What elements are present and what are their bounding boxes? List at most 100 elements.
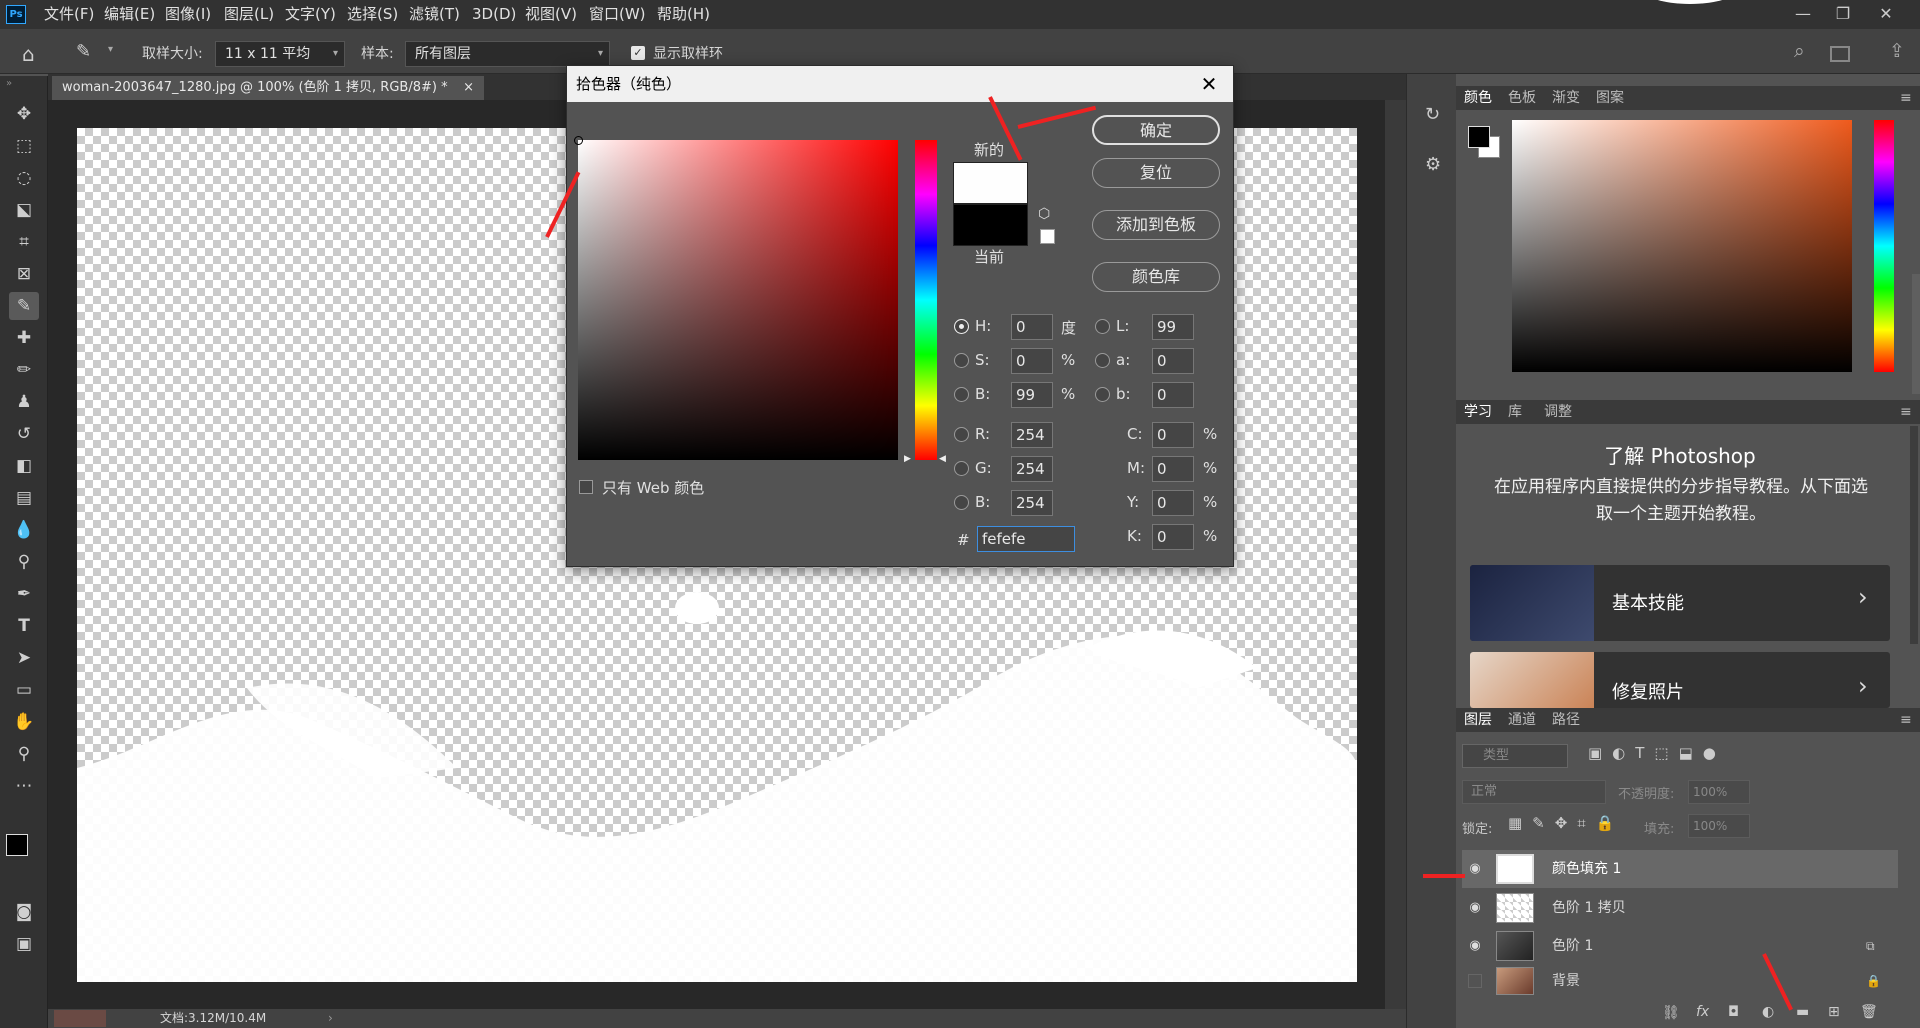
layer-row-levels-copy[interactable]: ◉ 色阶 1 拷贝 xyxy=(1462,889,1898,927)
sample-size-select[interactable]: 11 x 11 平均 ▾ xyxy=(215,41,345,67)
lab-l-field[interactable]: 99 xyxy=(1152,314,1194,340)
new-layer-icon[interactable]: ⊞ xyxy=(1828,1004,1840,1020)
blue-field[interactable]: 254 xyxy=(1011,490,1053,516)
layer-row-color-fill[interactable]: ◉ 颜色填充 1 xyxy=(1462,850,1898,888)
brush-tool-icon[interactable]: ✏ xyxy=(9,356,39,384)
history-brush-icon[interactable]: ↺ xyxy=(9,420,39,448)
eye-icon[interactable]: ◉ xyxy=(1466,889,1484,927)
menu-filter[interactable]: 滤镜(T) xyxy=(407,0,462,29)
close-tab-icon[interactable]: × xyxy=(463,76,474,100)
eye-toggle-off[interactable] xyxy=(1468,974,1482,988)
panel-menu-icon[interactable]: ≡ xyxy=(1900,86,1912,110)
home-icon[interactable]: ⌂ xyxy=(22,42,35,66)
tab-layers[interactable]: 图层 xyxy=(1464,708,1492,732)
panel-menu-icon[interactable]: ≡ xyxy=(1900,400,1912,424)
out-of-gamut-cube-icon[interactable]: ⬡ xyxy=(1038,206,1050,222)
yellow-field[interactable]: 0 xyxy=(1152,490,1194,516)
menu-layer[interactable]: 图层(L) xyxy=(222,0,276,29)
red-field[interactable]: 254 xyxy=(1011,422,1053,448)
minimize-button[interactable]: — xyxy=(1783,0,1823,29)
move-tool-icon[interactable]: ✥ xyxy=(9,100,39,128)
learn-card-photo-repair[interactable]: 修复照片 › xyxy=(1470,652,1890,708)
collapse-icon[interactable]: » xyxy=(6,78,12,89)
tab-libraries[interactable]: 库 xyxy=(1508,400,1522,424)
search-icon[interactable]: ⌕ xyxy=(1794,40,1805,62)
color-panel-foreground[interactable] xyxy=(1468,126,1490,148)
layer-filter-select[interactable]: 类型 xyxy=(1462,744,1568,768)
tab-patterns[interactable]: 图案 xyxy=(1596,86,1624,110)
history-panel-icon[interactable]: ↻ xyxy=(1425,104,1440,125)
marquee-tool-icon[interactable]: ⬚ xyxy=(9,132,39,160)
tab-adjustments[interactable]: 调整 xyxy=(1544,400,1572,424)
layer-row-levels[interactable]: ◉ 色阶 1 ⧉ xyxy=(1462,927,1898,965)
menu-type[interactable]: 文字(Y) xyxy=(283,0,338,29)
saturation-brightness-field[interactable] xyxy=(574,136,898,460)
blend-mode-select[interactable]: 正常 xyxy=(1462,780,1606,804)
lab-a-field[interactable]: 0 xyxy=(1152,348,1194,374)
more-tools-icon[interactable]: ⋯ xyxy=(9,772,39,800)
saturation-radio[interactable] xyxy=(954,353,969,368)
dodge-tool-icon[interactable]: ⚲ xyxy=(9,548,39,576)
hue-slider-left-arrow-icon[interactable]: ▶ xyxy=(904,454,911,464)
fill-field[interactable]: 100% xyxy=(1688,814,1750,838)
sample-select[interactable]: 所有图层 ▾ xyxy=(405,41,610,67)
menu-image[interactable]: 图像(I) xyxy=(163,0,213,29)
blur-tool-icon[interactable]: 💧 xyxy=(9,516,39,544)
menu-window[interactable]: 窗口(W) xyxy=(587,0,648,29)
panel-menu-icon[interactable]: ≡ xyxy=(1900,708,1912,732)
magenta-field[interactable]: 0 xyxy=(1152,456,1194,482)
restore-button[interactable]: ❐ xyxy=(1823,0,1863,29)
web-safe-swatch[interactable] xyxy=(1040,229,1055,244)
show-ring-checkbox[interactable]: ✓ xyxy=(631,46,645,60)
hue-slider[interactable] xyxy=(915,140,937,460)
learn-card-basic-skills[interactable]: 基本技能 › xyxy=(1470,565,1890,641)
menu-3d[interactable]: 3D(D) xyxy=(470,0,518,29)
healing-brush-icon[interactable]: ✚ xyxy=(9,324,39,352)
pen-tool-icon[interactable]: ✒ xyxy=(9,580,39,608)
color-cursor-icon[interactable] xyxy=(574,136,583,145)
stamp-tool-icon[interactable]: ♟ xyxy=(9,388,39,416)
tab-color[interactable]: 颜色 xyxy=(1464,86,1492,110)
tab-channels[interactable]: 通道 xyxy=(1508,708,1536,732)
lab-a-radio[interactable] xyxy=(1095,353,1110,368)
chevron-right-icon[interactable]: › xyxy=(328,1009,333,1028)
object-select-tool-icon[interactable]: ⬕ xyxy=(9,196,39,224)
lab-b-field[interactable]: 0 xyxy=(1152,382,1194,408)
green-radio[interactable] xyxy=(954,461,969,476)
black-field[interactable]: 0 xyxy=(1152,524,1194,550)
dialog-close-icon[interactable]: ✕ xyxy=(1191,66,1227,102)
crop-tool-icon[interactable]: ⌗ xyxy=(9,228,39,256)
quick-mask-icon[interactable]: ◙ xyxy=(9,898,39,926)
workspace-icon[interactable] xyxy=(1830,46,1850,62)
lab-b-radio[interactable] xyxy=(1095,387,1110,402)
saturation-field[interactable]: 0 xyxy=(1011,348,1053,374)
tab-learn[interactable]: 学习 xyxy=(1464,400,1492,424)
rectangle-tool-icon[interactable]: ▭ xyxy=(9,676,39,704)
lab-l-radio[interactable] xyxy=(1095,319,1110,334)
color-libraries-button[interactable]: 颜色库 xyxy=(1092,262,1220,292)
ok-button[interactable]: 确定 xyxy=(1092,115,1220,145)
screen-mode-icon[interactable]: ▣ xyxy=(9,930,39,958)
hex-field[interactable]: fefefe xyxy=(977,526,1075,552)
tool-preset-chevron-icon[interactable]: ▾ xyxy=(108,44,113,55)
eyedropper-icon[interactable]: ✎ xyxy=(76,41,91,62)
tab-swatches[interactable]: 色板 xyxy=(1508,86,1536,110)
frame-tool-icon[interactable]: ⊠ xyxy=(9,260,39,288)
eyedropper-tool-icon[interactable]: ✎ xyxy=(9,292,39,320)
menu-file[interactable]: 文件(F) xyxy=(42,0,96,29)
eye-icon[interactable]: ◉ xyxy=(1466,927,1484,965)
mask-icon[interactable]: ◘ xyxy=(1728,1004,1739,1020)
web-colors-only-checkbox[interactable] xyxy=(579,480,593,494)
blue-radio[interactable] xyxy=(954,495,969,510)
reset-button[interactable]: 复位 xyxy=(1092,158,1220,188)
eraser-tool-icon[interactable]: ◧ xyxy=(9,452,39,480)
hand-tool-icon[interactable]: ✋ xyxy=(9,708,39,736)
hue-field[interactable]: 0 xyxy=(1011,314,1053,340)
group-folder-icon[interactable]: ▬ xyxy=(1796,1004,1809,1020)
brightness-field[interactable]: 99 xyxy=(1011,382,1053,408)
tab-paths[interactable]: 路径 xyxy=(1552,708,1580,732)
tab-gradients[interactable]: 渐变 xyxy=(1552,86,1580,110)
adjustment-layer-icon[interactable]: ◐ xyxy=(1762,1004,1774,1020)
type-tool-icon[interactable]: T xyxy=(9,612,39,640)
add-to-swatches-button[interactable]: 添加到色板 xyxy=(1092,210,1220,240)
